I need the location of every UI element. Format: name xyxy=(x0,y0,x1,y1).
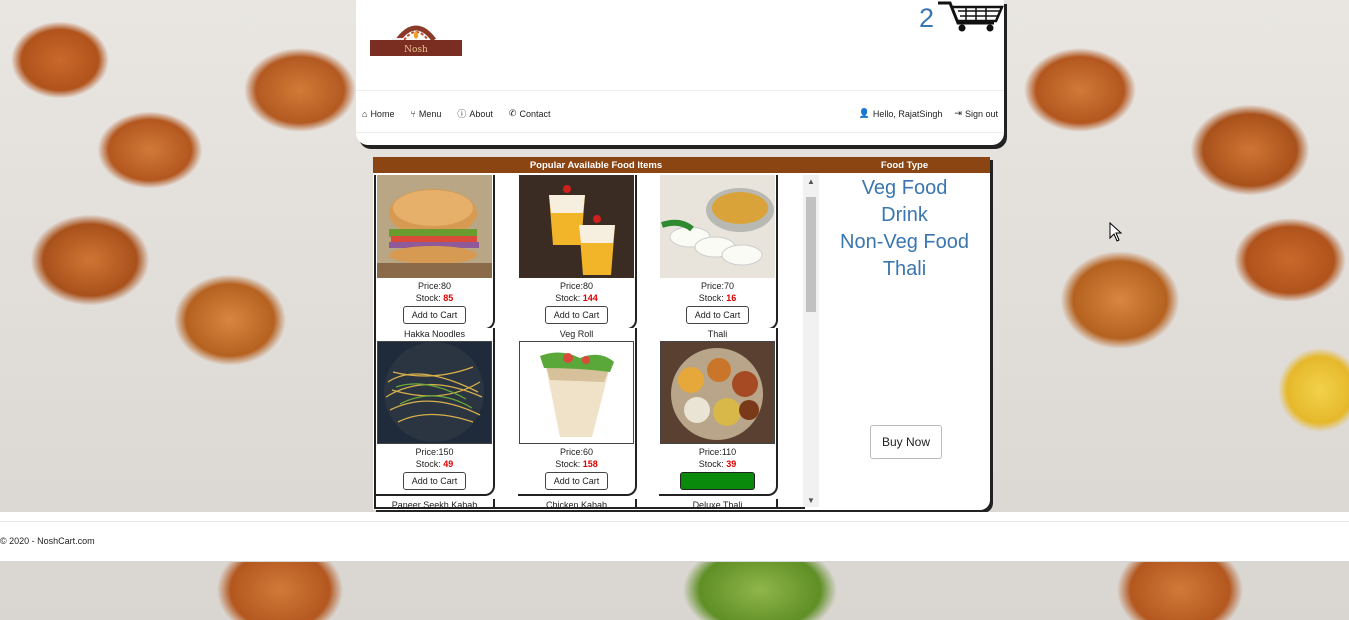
food-type-thali[interactable]: Thali xyxy=(819,256,990,283)
food-type-header: Food Type xyxy=(819,157,990,173)
user-icon: 👤 xyxy=(858,108,870,118)
home-icon: ⌂ xyxy=(362,108,368,119)
sign-out-icon: ⇥ xyxy=(954,108,962,118)
stock-label: Stock: 49 xyxy=(415,459,454,469)
stock-value: 85 xyxy=(443,293,454,303)
stock-label: Stock: 39 xyxy=(698,459,737,469)
nav-signout[interactable]: ⇥ Sign out xyxy=(954,108,998,119)
added-to-cart-button[interactable]: Added To Cart xyxy=(679,472,756,490)
stock-label: Stock: 144 xyxy=(555,293,598,303)
food-items-grid[interactable]: Price:80 Stock: 85 Add to Cart Price:80 … xyxy=(374,175,805,509)
cart-count: 2 xyxy=(918,2,934,33)
stock-value: 49 xyxy=(443,459,454,469)
stock-label: Stock: 85 xyxy=(415,293,454,303)
food-type-drink[interactable]: Drink xyxy=(819,202,990,229)
food-card: Paneer Seekh Kabab xyxy=(376,499,495,509)
buy-now-button[interactable]: Buy Now xyxy=(870,425,942,459)
food-name: Deluxe Thali xyxy=(692,500,743,509)
nav-home-label: Home xyxy=(370,108,395,119)
price-label: Price:80 xyxy=(559,281,594,291)
price-label: Price:60 xyxy=(559,447,594,457)
price-label: Price:80 xyxy=(417,281,452,291)
food-panel: Popular Available Food Items Food Type P… xyxy=(373,157,990,510)
nav-contact[interactable]: ✆ Contact xyxy=(509,108,551,119)
header-box: Nosh 2 ⌂ Home ⑂ Menu ⓘ About ✆ Contact 👤… xyxy=(356,0,1004,145)
burger-image xyxy=(377,175,492,278)
copyright-text: © 2020 - NoshCart.com xyxy=(0,536,95,546)
footer-divider xyxy=(0,521,1349,522)
nav-user[interactable]: 👤 Hello, RajatSingh xyxy=(859,108,943,119)
nav-divider xyxy=(356,90,1004,91)
nav-divider-bottom xyxy=(356,132,1004,133)
food-name: Paneer Seekh Kabab xyxy=(391,500,478,509)
svg-text:Nosh: Nosh xyxy=(404,45,428,55)
stock-value: 158 xyxy=(582,459,598,469)
nav-menu-label: Menu xyxy=(418,108,442,119)
stock-label: Stock: 16 xyxy=(698,293,737,303)
food-type-nonveg[interactable]: Non-Veg Food xyxy=(819,229,990,256)
phone-icon: ✆ xyxy=(508,108,517,118)
nav-signout-label: Sign out xyxy=(964,108,998,119)
add-to-cart-button[interactable]: Add to Cart xyxy=(402,306,467,324)
cutlery-icon: ⑂ xyxy=(410,108,416,119)
food-card: Hakka Noodles Price:150 Stock: 49 Add to… xyxy=(376,328,495,496)
info-icon: ⓘ xyxy=(457,109,467,119)
food-card: Price:70 Stock: 16 Add to Cart xyxy=(659,175,778,330)
food-type-veg[interactable]: Veg Food xyxy=(819,175,990,202)
price-label: Price:110 xyxy=(698,447,737,457)
stock-value: 144 xyxy=(582,293,598,303)
food-name: Hakka Noodles xyxy=(403,329,466,339)
nav-home[interactable]: ⌂ Home xyxy=(362,109,394,119)
food-name: Chicken Kabab xyxy=(545,500,608,509)
shopping-cart-icon[interactable] xyxy=(936,0,1004,38)
hakka-noodles-image xyxy=(377,341,492,444)
add-to-cart-button[interactable]: Add to Cart xyxy=(544,306,609,324)
veg-roll-image xyxy=(519,341,634,444)
main-nav: ⌂ Home ⑂ Menu ⓘ About ✆ Contact 👤 Hello, Raja… xyxy=(362,107,998,120)
food-card: Chicken Kabab xyxy=(518,499,637,509)
stock-label: Stock: 158 xyxy=(555,459,598,469)
lassi-image xyxy=(519,175,634,278)
nav-user-label: Hello, RajatSingh xyxy=(872,108,943,119)
add-to-cart-button[interactable]: Add to Cart xyxy=(544,472,609,490)
food-name: Thali xyxy=(707,329,728,339)
nav-menu[interactable]: ⑂ Menu xyxy=(410,109,441,119)
food-type-list: Veg Food Drink Non-Veg Food Thali xyxy=(819,175,990,283)
food-card: Veg Roll Price:60 Stock: 158 Add to Cart xyxy=(518,328,637,496)
food-card: Deluxe Thali xyxy=(659,499,778,509)
nosh-logo[interactable]: Nosh xyxy=(370,18,462,58)
nav-contact-label: Contact xyxy=(519,108,551,119)
stock-value: 39 xyxy=(726,459,737,469)
add-to-cart-button[interactable]: Add to Cart xyxy=(685,306,750,324)
thali-image xyxy=(660,341,775,444)
footer: © 2020 - NoshCart.com xyxy=(0,512,1349,562)
idli-image xyxy=(660,175,775,278)
scroll-down-arrow-icon[interactable]: ▼ xyxy=(807,496,815,505)
scrollbar-thumb[interactable] xyxy=(806,197,816,312)
food-card: Thali Price:110 Stock: 39 Added To Cart xyxy=(659,328,778,496)
stock-value: 16 xyxy=(726,293,737,303)
nav-about-label: About xyxy=(469,108,493,119)
scroll-up-arrow-icon[interactable]: ▲ xyxy=(807,177,815,186)
add-to-cart-button[interactable]: Add to Cart xyxy=(402,472,467,490)
cart[interactable]: 2 xyxy=(919,0,1004,36)
price-label: Price:150 xyxy=(415,447,454,457)
food-card: Price:80 Stock: 144 Add to Cart xyxy=(518,175,637,330)
food-name: Veg Roll xyxy=(559,329,594,339)
mouse-cursor-icon xyxy=(1109,221,1123,247)
nav-about[interactable]: ⓘ About xyxy=(457,107,493,120)
items-header: Popular Available Food Items xyxy=(373,157,819,173)
footer-divider-bottom xyxy=(0,561,1349,562)
items-scrollbar[interactable]: ▲ ▼ xyxy=(803,175,819,507)
price-label: Price:70 xyxy=(700,281,735,291)
food-card: Price:80 Stock: 85 Add to Cart xyxy=(376,175,495,330)
